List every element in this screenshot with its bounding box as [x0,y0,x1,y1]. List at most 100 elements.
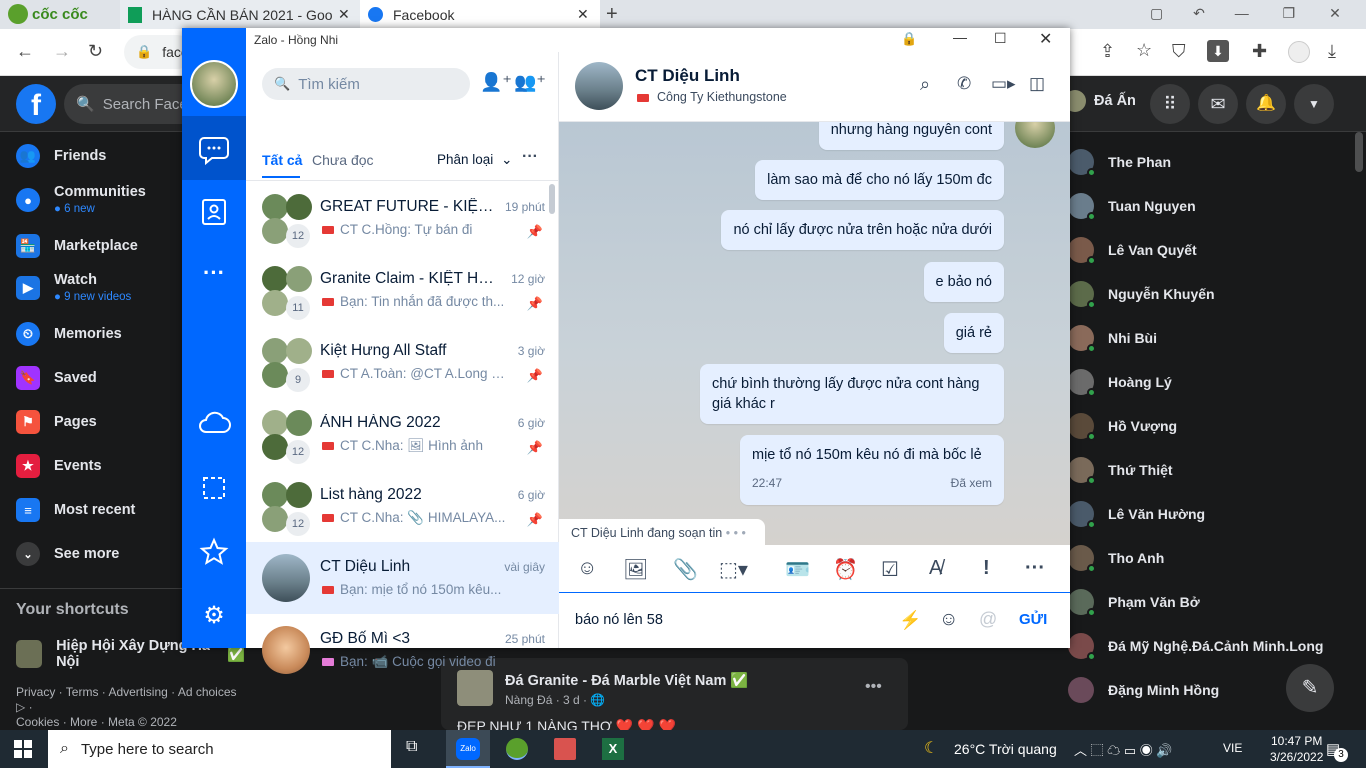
back-history-icon[interactable]: ↶ [1193,5,1205,21]
nav-pages[interactable]: ⚑ Pages [16,410,97,434]
attachment-icon[interactable]: 📎 [673,557,698,582]
message-input[interactable]: báo nó lên 58 [575,612,663,628]
clock[interactable]: 10:47 PM 3/26/2022 [1270,733,1323,765]
close-window-icon[interactable]: ✕ [1329,5,1341,21]
text-format-icon[interactable]: A̸ [929,557,942,580]
send-button[interactable]: GỬI [1019,611,1047,628]
windows-start-icon[interactable] [14,740,32,758]
message-bubble[interactable]: e bảo nó [923,262,1004,302]
message-bubble[interactable]: giá rẻ [943,313,1004,353]
video-call-icon[interactable]: ▭▸ [991,74,1016,94]
nav-favorites[interactable] [182,520,246,584]
restore-icon[interactable]: ❐ [1283,5,1296,21]
conversation-item[interactable]: 12 ẢNH HÀNG 2022 6 giờ CT C.Nha: 🖼 Hình ảnh… [246,398,559,470]
more-options-icon[interactable]: ··· [522,148,538,166]
screenshot-capture-icon[interactable]: ⬚▾ [719,557,748,582]
avatar[interactable] [190,60,238,108]
contact-item[interactable]: Thứ Thiệt [1068,450,1173,490]
nav-marketplace[interactable]: 🏪 Marketplace [16,234,138,258]
classify-dropdown[interactable]: Phân loại ⌄ [437,152,512,168]
tab-unread[interactable]: Chưa đọc [312,152,374,168]
minimize-icon[interactable]: — [1235,5,1249,21]
messenger-icon[interactable]: ✉ [1198,84,1238,124]
more-options-icon[interactable]: ••• [865,678,882,696]
contact-item[interactable]: Đặng Minh Hồng [1068,670,1219,710]
close-icon[interactable]: ✕ [577,6,589,23]
contact-item[interactable]: Lê Văn Hường [1068,494,1205,534]
nav-communities[interactable]: ● Communities ● 6 new [16,184,146,216]
pin-icon[interactable]: 📌 [527,512,543,528]
taskbar-search[interactable]: ⌕ Type here to search [48,730,391,768]
image-icon[interactable]: 🖼 [623,557,648,582]
excel-icon[interactable]: X [602,738,624,760]
star-icon[interactable]: ☆ [1136,40,1152,61]
sticker-icon[interactable]: ☺ [577,557,597,580]
coccoc-taskbar-icon[interactable] [506,738,528,760]
notifications-icon[interactable]: 🔔 [1246,84,1286,124]
task-view-icon[interactable]: ⧉ [406,738,417,756]
more-tools-icon[interactable]: ··· [1025,557,1045,580]
nav-see-more[interactable]: ⌄ See more [16,542,119,566]
create-group-icon[interactable]: 👥⁺ [514,72,546,93]
add-friend-icon[interactable]: 👤⁺ [480,72,512,93]
contact-item[interactable]: Hồ Vượng [1068,406,1177,446]
footer-line-1[interactable]: Privacy · Terms · Advertising · Ad choic… [16,685,245,715]
nav-friends[interactable]: 👥 Friends [16,144,106,168]
tab-sheets[interactable]: HÀNG CẦN BÁN 2021 - Goo ✕ [120,0,360,29]
contact-item[interactable]: Hoàng Lý [1068,362,1172,402]
contact-item[interactable]: Nguyễn Khuyến [1068,274,1215,314]
account-menu-icon[interactable]: ▼ [1294,84,1334,124]
contact-item[interactable]: The Phan [1068,142,1171,182]
share-icon[interactable]: ⇪ [1100,41,1115,62]
tray-tray-icons[interactable]: ︿ ⬚ ☁ ▭ ◉ 🔊 [1074,740,1173,759]
message-bubble[interactable]: nó chỉ lấy được nửa trên hoặc nửa dưới [721,210,1004,250]
nav-saved[interactable]: 🔖 Saved [16,366,97,390]
contact-name[interactable]: CT Diệu Linh [635,66,740,86]
back-icon[interactable]: ← [16,41,34,62]
urgent-icon[interactable]: ! [983,557,990,580]
minimize-icon[interactable]: — [953,29,967,45]
conversation-item[interactable]: 11 Granite Claim - KIỆT HƯ... 12 giờ Bạn: T… [246,254,559,326]
screenshot-icon[interactable]: ▢ [1150,5,1163,21]
contact-item[interactable]: Tho Anh [1068,538,1164,578]
conversation-item[interactable]: 12 List hàng 2022 6 giờ CT C.Nha: 📎 HIMALAY… [246,470,559,542]
download-icon[interactable]: ⤓ [1328,41,1336,62]
footer-line-2[interactable]: Cookies · More · Meta © 2022 [16,715,245,730]
maximize-icon[interactable]: ☐ [994,30,1007,47]
todo-check-icon[interactable]: ☑ [881,557,899,582]
tab-facebook[interactable]: Facebook ✕ [360,0,600,29]
close-icon[interactable]: ✕ [338,6,350,23]
download-box-icon[interactable]: ⬇ [1207,40,1229,62]
pin-icon[interactable]: 📌 [527,296,543,312]
nav-contacts[interactable] [182,180,246,244]
close-icon[interactable]: ✕ [1039,29,1052,49]
reminder-clock-icon[interactable]: ⏰ [833,557,858,582]
search-icon[interactable]: ⌕ [920,74,930,95]
scrollbar[interactable] [1355,132,1363,172]
pin-icon[interactable]: 📌 [527,224,543,240]
new-tab-icon[interactable]: + [606,3,618,26]
nav-events[interactable]: ★ Events [16,454,102,478]
settings-gear-icon[interactable]: ⚙ [182,584,246,648]
reload-icon[interactable]: ↻ [88,41,103,62]
conversation-item[interactable]: 12 GREAT FUTURE - KIỆT ... 19 phút CT C.Hồn… [246,182,559,254]
menu-grid-icon[interactable]: ⠿ [1150,84,1190,124]
pin-icon[interactable]: 📌 [527,368,543,384]
profile-chip[interactable]: Đá Ấn [1064,90,1136,112]
tab-all[interactable]: Tất cả [262,152,302,168]
nav-screenshot[interactable] [182,456,246,520]
contact-item[interactable]: Phạm Văn Bở [1068,582,1200,622]
shield-icon[interactable]: ⛉ [1172,41,1186,62]
taskbar-zalo[interactable]: Zalo [446,730,490,768]
pin-icon[interactable]: 📌 [527,440,543,456]
browser-brand[interactable]: cốc cốc [8,4,88,24]
nav-memories[interactable]: ⏲ Memories [16,322,122,346]
toggle-info-panel-icon[interactable]: ◫ [1029,74,1045,94]
contact-item[interactable]: Đá Mỹ Nghệ.Đá.Cảnh Minh.Long [1068,626,1323,666]
zalo-search-input[interactable]: 🔍 Tìm kiếm [262,68,470,100]
nav-watch[interactable]: ▶ Watch ● 9 new videos [16,272,131,304]
conversation-item[interactable]: GĐ Bố Mì <3 25 phút Bạn: 📹 Cuộc gọi video … [246,614,559,686]
lock-icon[interactable]: 🔒 [901,31,917,47]
contact-item[interactable]: Lê Van Quyết [1068,230,1197,270]
nav-most-recent[interactable]: ≡ Most recent [16,498,135,522]
